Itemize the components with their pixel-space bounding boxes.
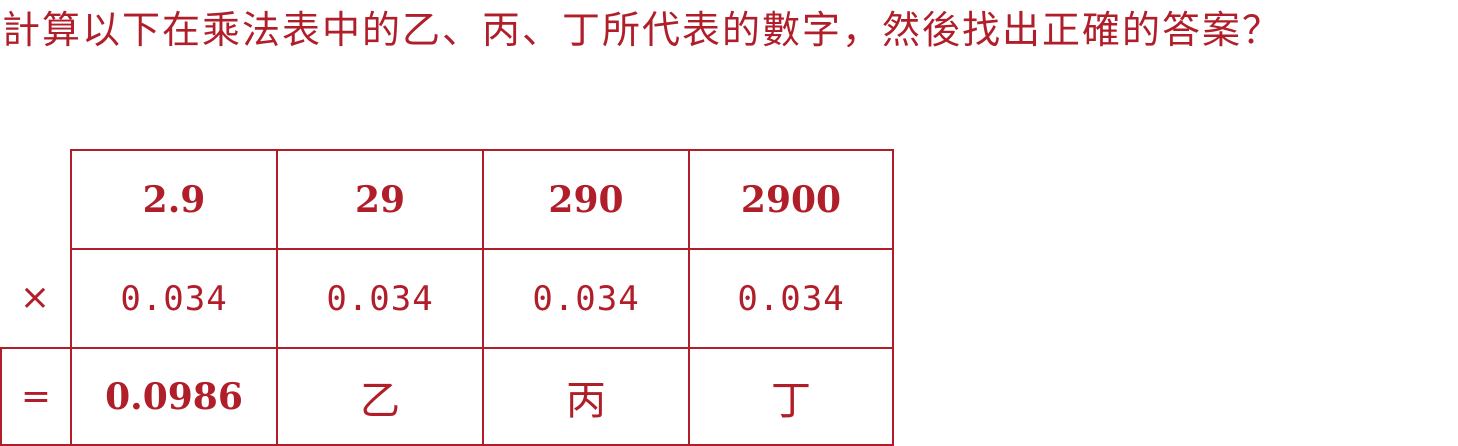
multiplier-cell: 0.034	[70, 248, 276, 347]
multiplicand-cell: 2.9	[70, 149, 276, 248]
result-cell: 0.0986	[70, 347, 276, 446]
multiplicand-cell: 290	[482, 149, 688, 248]
multiplier-cell: 0.034	[482, 248, 688, 347]
multiplier-cell: 0.034	[688, 248, 894, 347]
equals-symbol: =	[0, 347, 70, 446]
multiplicand-cell: 29	[276, 149, 482, 248]
times-symbol: ×	[19, 277, 51, 318]
result-cell-yi: 乙	[276, 347, 482, 446]
multiplier-cell: 0.034	[276, 248, 482, 347]
question-text: 計算以下在乘法表中的乙、丙、丁所代表的數字，然後找出正確的答案？	[2, 8, 1283, 52]
multiplicand-cell: 2900	[688, 149, 894, 248]
result-cell-ding: 丁	[688, 347, 894, 446]
result-cell-bing: 丙	[482, 347, 688, 446]
